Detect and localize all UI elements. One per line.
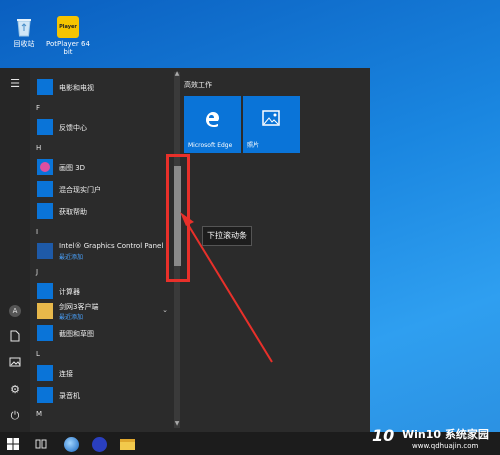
task-view-icon[interactable]: [32, 435, 50, 453]
watermark-logo: 10: [372, 426, 395, 445]
watermark-title: Win10 系统家园: [402, 428, 489, 441]
app-label: 电影和电视: [59, 84, 94, 92]
snip-sketch-icon: [37, 325, 53, 341]
recently-added-label: 最近添加: [59, 254, 84, 261]
documents-icon[interactable]: [7, 330, 23, 346]
avatar-initial: A: [9, 305, 21, 317]
list-item[interactable]: 获取帮助: [30, 200, 172, 222]
recycle-bin-desktop-icon[interactable]: 回收站: [0, 16, 48, 48]
scroll-up-arrow-icon[interactable]: ▲: [174, 70, 180, 77]
desktop-icon-label: PotPlayer 64 bit: [46, 40, 90, 56]
start-menu: ☰ A ⚙ ⏻ 电影和电视 F 反馈中心 H 画图 3D 混合现实门户 获取帮助…: [0, 68, 370, 432]
site-watermark: 10 Win10 系统家园 www.qdhuajin.com: [372, 420, 500, 455]
app-label: Intel® Graphics Control Panel: [59, 242, 164, 250]
potplayer-badge: Player: [59, 24, 77, 30]
start-rail: ☰ A ⚙ ⏻: [0, 68, 30, 432]
paint-3d-icon: [37, 159, 53, 175]
watermark-url: www.qdhuajin.com: [412, 442, 479, 450]
hamburger-menu-icon[interactable]: ☰: [7, 76, 23, 92]
user-avatar[interactable]: A: [7, 302, 23, 318]
app-label: 截图和草图: [59, 330, 94, 338]
group-letter-m[interactable]: M: [36, 410, 42, 418]
scroll-down-arrow-icon[interactable]: ▼: [174, 420, 180, 427]
list-item[interactable]: 录音机: [30, 384, 172, 406]
tile-photos[interactable]: 照片: [243, 96, 300, 153]
app-label: 反馈中心: [59, 124, 87, 132]
scrollbar-highlight-box: [166, 154, 190, 282]
list-item[interactable]: 电影和电视: [30, 76, 172, 98]
list-item[interactable]: 连接: [30, 362, 172, 384]
pictures-icon[interactable]: [7, 356, 23, 372]
list-item[interactable]: 混合现实门户: [30, 178, 172, 200]
group-letter-l[interactable]: L: [36, 350, 40, 358]
intel-graphics-icon: [37, 243, 53, 259]
group-letter-i[interactable]: I: [36, 228, 38, 236]
photos-icon: [262, 110, 280, 128]
chevron-down-icon[interactable]: ⌄: [162, 306, 168, 314]
tile-label: Microsoft Edge: [188, 142, 233, 149]
baidu-paw-icon[interactable]: [90, 435, 108, 453]
calculator-icon: [37, 283, 53, 299]
list-item[interactable]: 剑网3客户端 最近添加 ⌄: [30, 300, 172, 322]
list-item[interactable]: 计算器: [30, 280, 172, 302]
browser-globe-icon[interactable]: [62, 435, 80, 453]
app-list: 电影和电视 F 反馈中心 H 画图 3D 混合现实门户 获取帮助 I Intel…: [30, 68, 172, 432]
connect-icon: [37, 365, 53, 381]
recycle-bin-icon: [13, 16, 35, 38]
scroll-hint-callout: 下拉滚动条: [202, 226, 252, 246]
feedback-hub-icon: [37, 119, 53, 135]
tiles-group-title: 高效工作: [184, 81, 212, 89]
tile-label: 照片: [247, 142, 260, 149]
list-item[interactable]: 反馈中心: [30, 116, 172, 138]
potplayer-icon: Player: [57, 16, 79, 38]
app-label: 剑网3客户端: [59, 303, 99, 311]
app-label: 获取帮助: [59, 208, 87, 216]
jx3-folder-icon: [37, 303, 53, 319]
settings-gear-icon[interactable]: ⚙: [7, 382, 23, 398]
file-explorer-icon[interactable]: [118, 435, 136, 453]
app-label: 混合现实门户: [59, 186, 101, 194]
list-item[interactable]: Intel® Graphics Control Panel 最近添加: [30, 240, 172, 262]
edge-icon: [203, 110, 221, 128]
group-letter-j[interactable]: J: [36, 268, 38, 276]
app-label: 计算器: [59, 288, 80, 296]
mixed-reality-icon: [37, 181, 53, 197]
tile-microsoft-edge[interactable]: Microsoft Edge: [184, 96, 241, 153]
voice-recorder-icon: [37, 387, 53, 403]
list-item[interactable]: 截图和草图: [30, 322, 172, 344]
list-item[interactable]: 画图 3D: [30, 156, 172, 178]
desktop-icon-label: 回收站: [13, 40, 35, 48]
app-label: 画图 3D: [59, 164, 86, 172]
app-label: 录音机: [59, 392, 80, 400]
get-help-icon: [37, 203, 53, 219]
app-label: 连接: [59, 370, 73, 378]
recently-added-label: 最近添加: [59, 314, 84, 321]
movies-tv-icon: [37, 79, 53, 95]
group-letter-h[interactable]: H: [36, 144, 41, 152]
windows-start-icon[interactable]: [4, 435, 22, 453]
group-letter-f[interactable]: F: [36, 104, 40, 112]
potplayer-desktop-icon[interactable]: Player PotPlayer 64 bit: [44, 16, 92, 56]
power-icon[interactable]: ⏻: [7, 408, 23, 424]
